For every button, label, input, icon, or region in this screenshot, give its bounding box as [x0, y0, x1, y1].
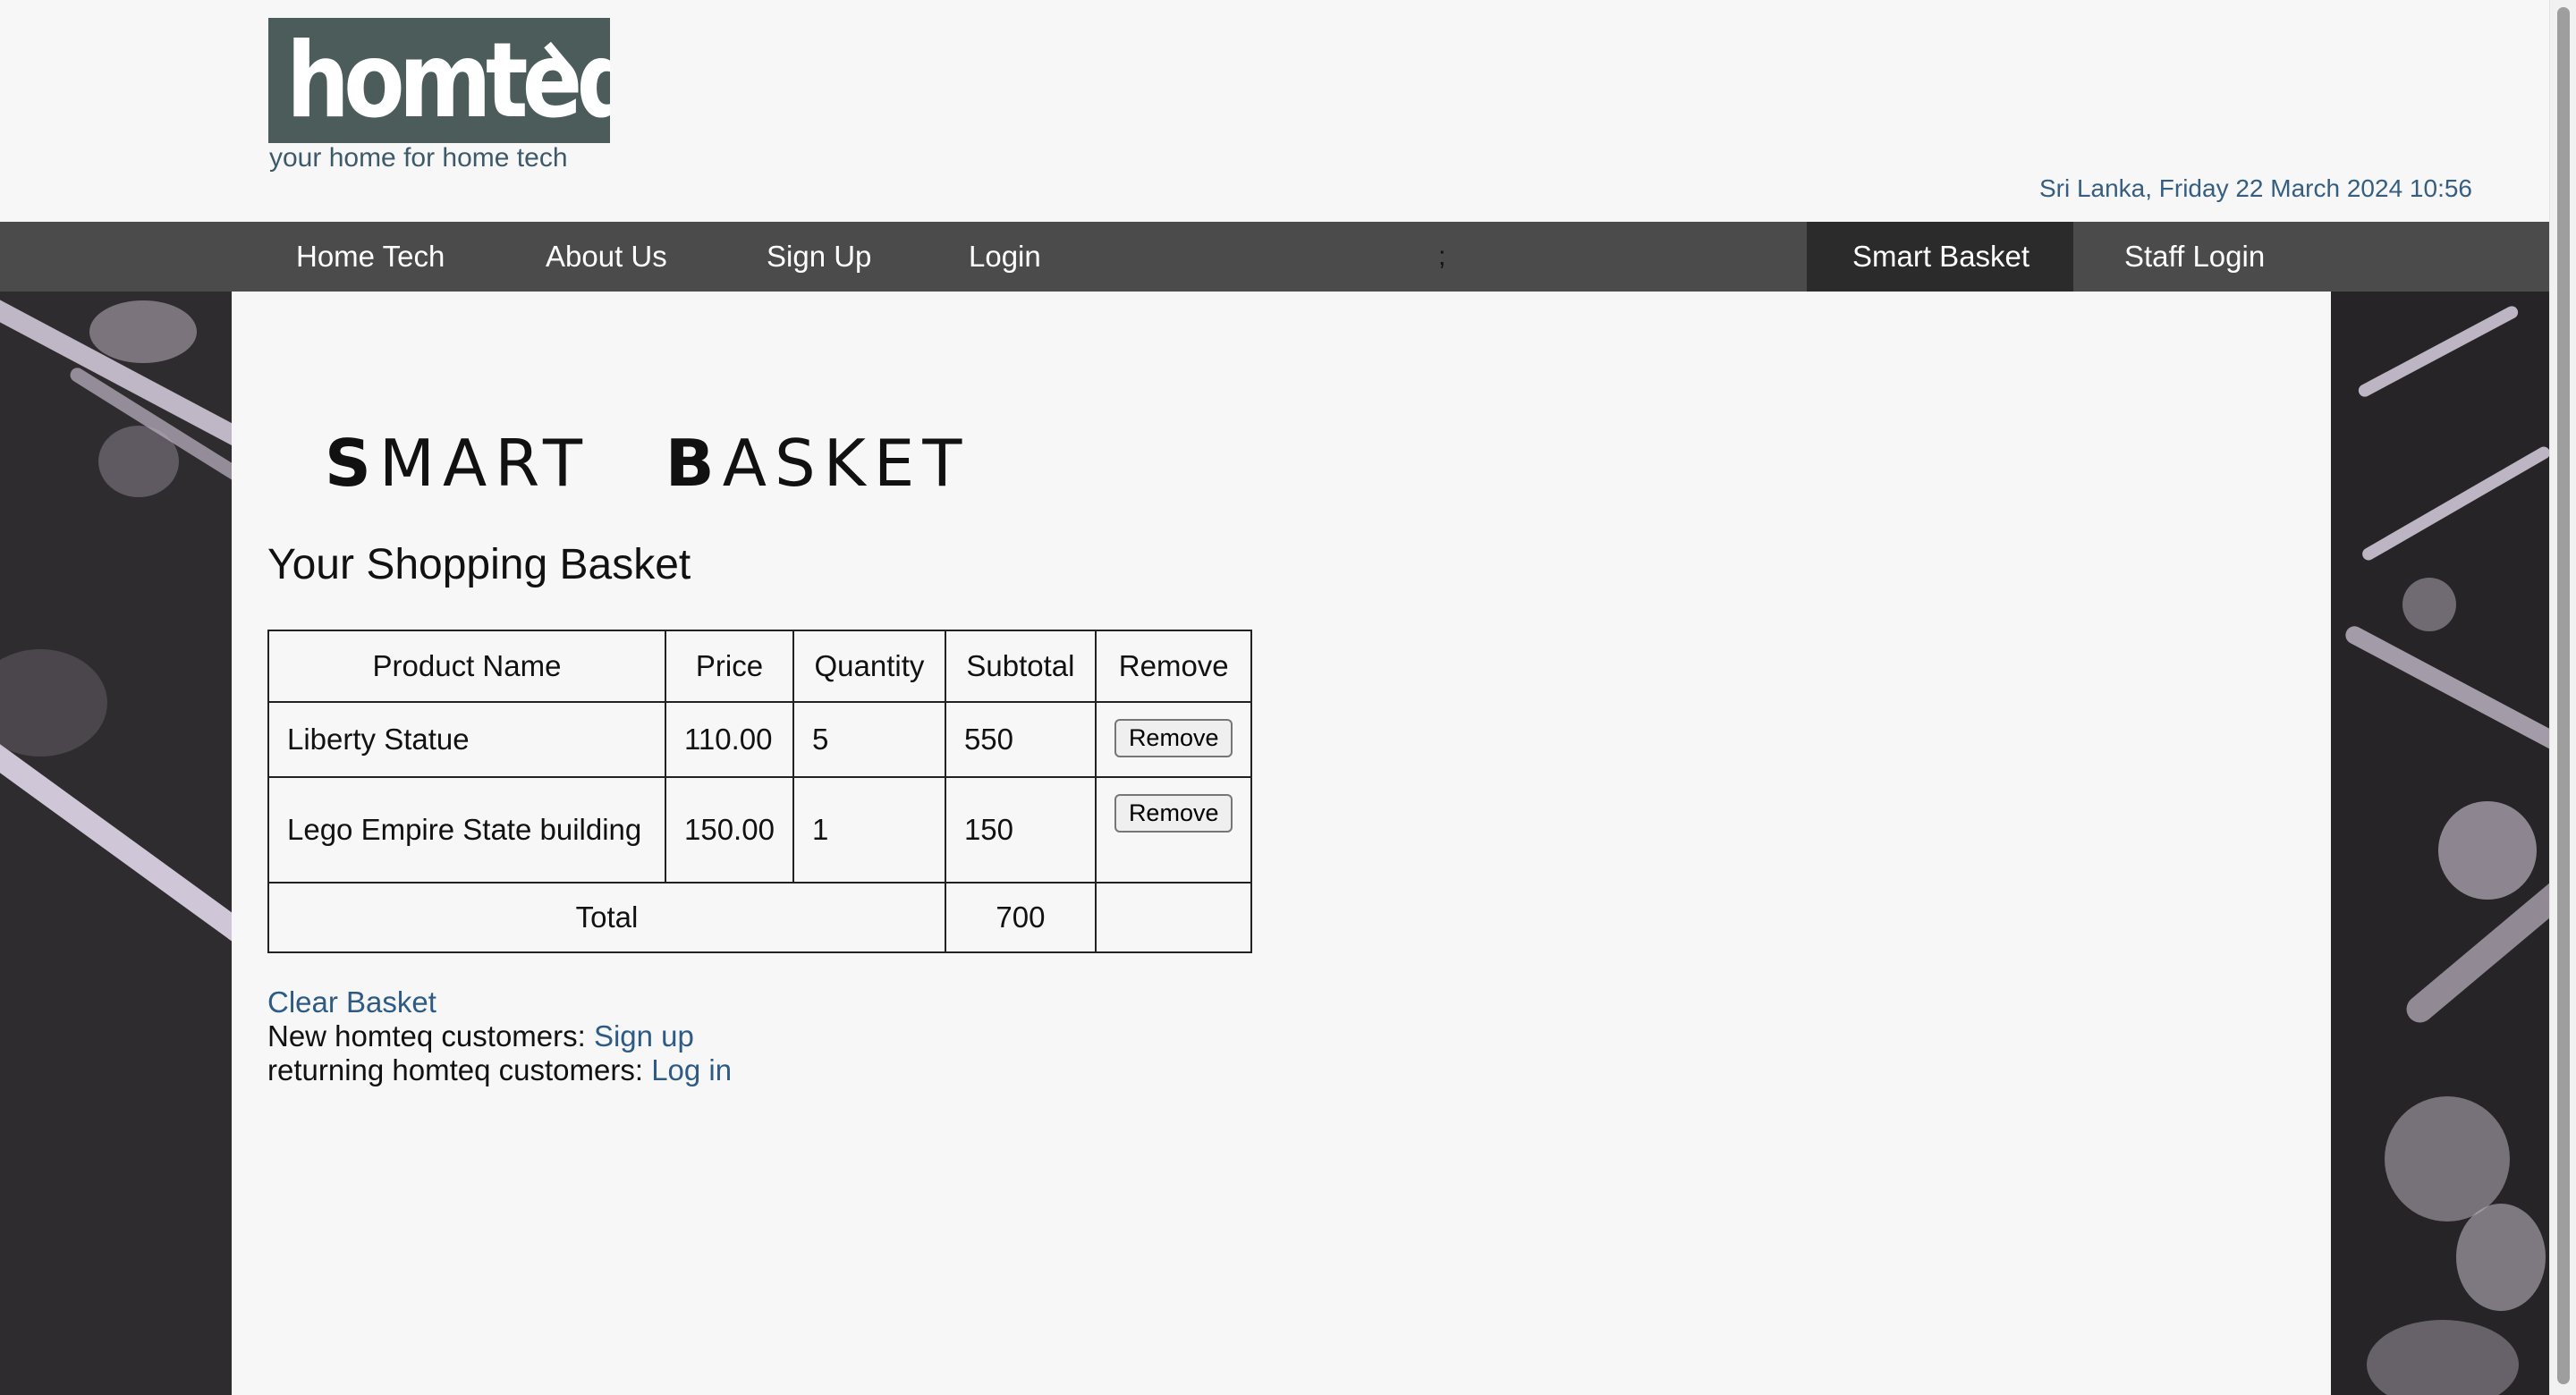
cell-price: 110.00 — [665, 701, 794, 778]
main-nav: Home Tech About Us Sign Up Login ; Smart… — [0, 222, 2549, 292]
cell-quantity: 5 — [792, 701, 946, 778]
site-header: homteq your home for home tech Sri Lanka… — [0, 0, 2549, 222]
column-header-product: Product Name — [267, 630, 666, 703]
table-row: Lego Empire State building 150.00 1 150 … — [267, 776, 1253, 884]
returning-customers-text: returning homteq customers: — [267, 1053, 652, 1086]
table-header-row: Product Name Price Quantity Subtotal Rem… — [267, 630, 1253, 703]
scrollbar-thumb[interactable] — [2557, 7, 2570, 1384]
basket-table: Product Name Price Quantity Subtotal Rem… — [267, 630, 1253, 953]
nav-separator: ; — [1438, 241, 1446, 271]
column-header-subtotal: Subtotal — [944, 630, 1097, 703]
cell-remove: Remove — [1094, 776, 1253, 884]
nav-login[interactable]: Login — [969, 222, 1041, 292]
logo-text: homteq — [286, 21, 610, 141]
table-row: Liberty Statue 110.00 5 550 Remove — [267, 701, 1253, 778]
page-title-initial-2: B — [665, 426, 723, 501]
datetime-display: Sri Lanka, Friday 22 March 2024 10:56 — [2038, 174, 2472, 202]
column-header-remove: Remove — [1094, 630, 1253, 703]
page-title-rest-1: MART — [378, 426, 591, 501]
remove-button[interactable]: Remove — [1114, 719, 1233, 757]
page-title-rest-2: ASKET — [722, 426, 970, 501]
new-customers-text: New homteq customers: — [267, 1019, 594, 1053]
remove-button[interactable]: Remove — [1114, 794, 1233, 833]
column-header-quantity: Quantity — [792, 630, 946, 703]
main-content: SMART BASKET Your Shopping Basket Produc… — [232, 292, 2331, 1395]
sign-up-link[interactable]: Sign up — [594, 1019, 694, 1053]
nav-about-us[interactable]: About Us — [546, 222, 667, 292]
basket-links: Clear Basket New homteq customers: Sign … — [267, 985, 732, 1087]
nav-smart-basket[interactable]: Smart Basket — [1852, 222, 2029, 292]
nav-staff-login[interactable]: Staff Login — [2124, 222, 2265, 292]
nav-sign-up[interactable]: Sign Up — [767, 222, 871, 292]
cell-product-name: Lego Empire State building — [267, 776, 666, 884]
left-background-image — [0, 292, 232, 1395]
homteq-logo[interactable]: homteq — [268, 18, 610, 143]
cell-subtotal: 150 — [944, 776, 1097, 884]
page-title-initial-1: S — [325, 426, 379, 501]
right-background-image — [2331, 292, 2549, 1395]
tagline: your home for home tech — [269, 143, 568, 173]
basket-heading: Your Shopping Basket — [267, 541, 691, 588]
cell-subtotal: 550 — [944, 701, 1097, 778]
page-title: SMART BASKET — [325, 426, 970, 501]
cell-product-name: Liberty Statue — [267, 701, 666, 778]
nav-home-tech[interactable]: Home Tech — [296, 222, 445, 292]
clear-basket-link[interactable]: Clear Basket — [267, 985, 436, 1019]
total-value: 700 — [944, 882, 1097, 953]
log-in-link[interactable]: Log in — [651, 1053, 732, 1086]
total-empty-cell — [1094, 882, 1253, 953]
cell-price: 150.00 — [665, 776, 794, 884]
total-label: Total — [267, 882, 946, 953]
vertical-scrollbar[interactable] — [2549, 0, 2576, 1395]
cell-quantity: 1 — [792, 776, 946, 884]
cell-remove: Remove — [1094, 701, 1253, 778]
column-header-price: Price — [665, 630, 794, 703]
table-total-row: Total 700 — [267, 882, 1253, 953]
